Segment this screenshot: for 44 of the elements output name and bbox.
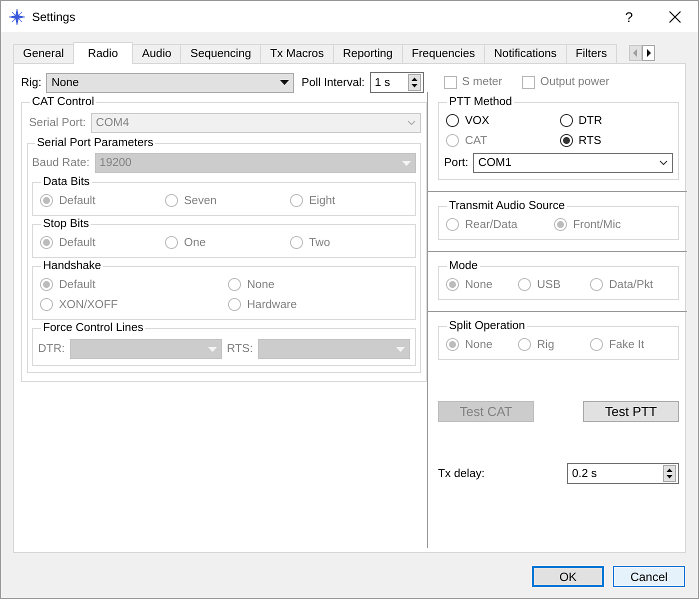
spin-arrows-icon[interactable] xyxy=(408,74,421,91)
chevron-icon xyxy=(407,120,416,126)
poll-interval-field[interactable]: 1 s xyxy=(370,72,424,93)
caret-icon xyxy=(280,80,290,85)
group-title: Split Operation xyxy=(449,320,526,332)
group-title: Data Bits xyxy=(43,176,90,188)
caret-icon xyxy=(396,346,405,352)
poll-interval-label: Poll Interval: xyxy=(301,76,365,88)
tab[interactable]: General xyxy=(13,44,74,63)
group-title: Handshake xyxy=(43,260,102,272)
dropdown[interactable]: None xyxy=(46,72,294,92)
radio-button[interactable]: DTR xyxy=(560,114,673,127)
tx-delay-field[interactable]: 0.2 s xyxy=(567,463,679,484)
test-button[interactable]: Test PTT xyxy=(583,401,679,422)
window-title: Settings xyxy=(32,10,76,24)
caret-icon xyxy=(402,160,411,166)
dialog-button[interactable]: OK xyxy=(532,566,604,587)
dialog-button[interactable]: Cancel xyxy=(613,566,685,587)
dropdown[interactable]: COM1 xyxy=(473,153,673,173)
tab[interactable]: Radio xyxy=(72,42,133,64)
rig-label: Rig: xyxy=(21,76,42,88)
baud-rate-label: Baud Rate: xyxy=(32,157,90,169)
group-title: Stop Bits xyxy=(43,218,90,230)
group-title: Serial Port Parameters xyxy=(37,137,154,149)
port-label: Port: xyxy=(444,157,468,169)
group-title: PTT Method xyxy=(449,96,512,108)
spin-arrows-icon[interactable] xyxy=(663,465,676,482)
radio-button[interactable]: VOX xyxy=(446,114,560,127)
group-title: Transmit Audio Source xyxy=(449,200,565,212)
line-label: RTS: xyxy=(226,343,253,355)
radio-button[interactable]: RTS xyxy=(560,134,673,147)
line-label: DTR: xyxy=(38,343,65,355)
close-icon[interactable] xyxy=(669,10,681,22)
caret-icon xyxy=(208,346,217,352)
tx-delay-label: Tx delay: xyxy=(438,468,485,480)
serial-port-label: Serial Port: xyxy=(29,117,86,129)
group-title: Force Control Lines xyxy=(43,322,144,334)
star-icon xyxy=(9,8,25,24)
group-title: Mode xyxy=(449,260,478,272)
chevron-icon xyxy=(659,160,668,166)
tab[interactable]: Filters xyxy=(566,44,617,63)
group-title: CAT Control xyxy=(32,96,94,108)
scroll-right-icon[interactable] xyxy=(642,44,655,60)
help-button[interactable]: ? xyxy=(606,8,652,24)
